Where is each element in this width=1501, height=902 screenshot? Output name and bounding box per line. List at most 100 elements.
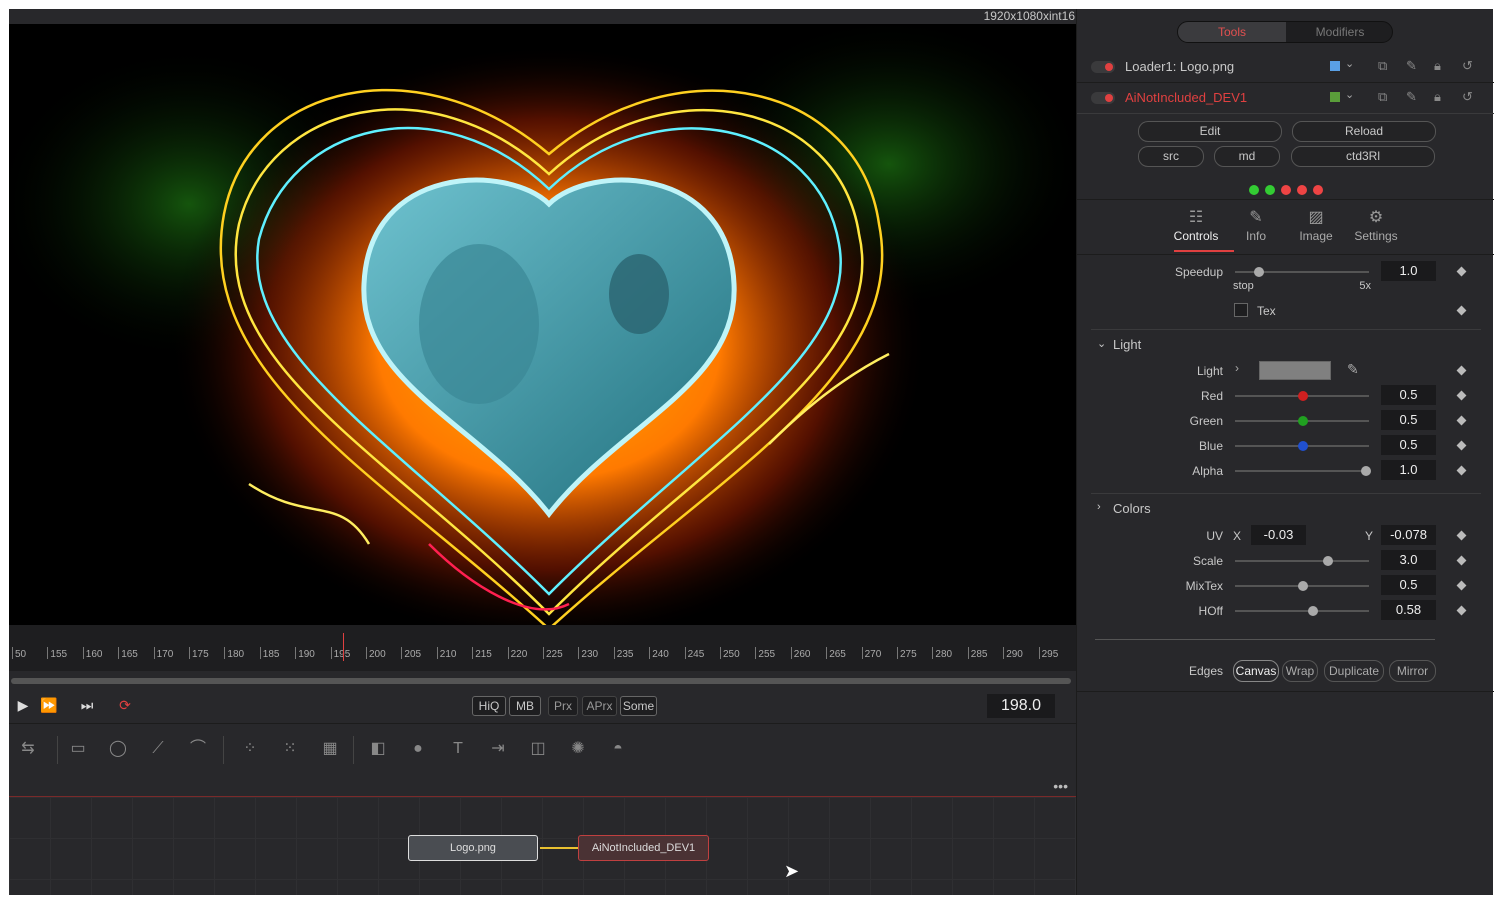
merge-3d-icon[interactable]: ⇥ bbox=[485, 736, 511, 762]
particle-render-icon[interactable]: ⁙ bbox=[277, 736, 303, 762]
edges-wrap-button[interactable]: Wrap bbox=[1282, 660, 1318, 682]
prx-button[interactable]: Prx bbox=[548, 696, 578, 716]
src-button[interactable]: src bbox=[1138, 146, 1204, 167]
aprx-button[interactable]: APrx bbox=[582, 696, 617, 716]
slider-knob[interactable] bbox=[1253, 267, 1264, 277]
slider-knob[interactable] bbox=[1361, 466, 1371, 476]
rectangle-mask-icon[interactable]: ▭ bbox=[65, 736, 91, 762]
subtab-image[interactable]: ▨ Image bbox=[1286, 207, 1346, 243]
chevron-down-icon[interactable]: ⌄ bbox=[1345, 57, 1354, 70]
speedup-value[interactable]: 1.0 bbox=[1381, 261, 1436, 281]
light-section-header[interactable]: ⌄ Light bbox=[1091, 329, 1481, 352]
hiq-button[interactable]: HiQ bbox=[472, 696, 506, 716]
edges-duplicate-button[interactable]: Duplicate bbox=[1324, 660, 1384, 682]
keyframe-diamond-icon[interactable] bbox=[1456, 530, 1467, 541]
fast-forward-icon[interactable]: ⏩ bbox=[35, 694, 63, 716]
tab-modifiers[interactable]: Modifiers bbox=[1286, 22, 1392, 42]
eyedropper-icon[interactable]: ✎ bbox=[1347, 361, 1359, 378]
particle-style-icon[interactable]: ▦ bbox=[317, 736, 343, 762]
tool-row-loader[interactable]: Loader1: Logo.png ⌄ ⧉ ✎ 🔒︎ ↺ bbox=[1077, 52, 1494, 83]
loop-icon[interactable]: ⟳ bbox=[111, 694, 139, 716]
channel-value[interactable]: 0.5 bbox=[1381, 435, 1436, 455]
subtab-info[interactable]: ✎ Info bbox=[1226, 207, 1286, 243]
slider-knob[interactable] bbox=[1298, 416, 1308, 426]
renderer-3d-icon[interactable]: ◓ bbox=[605, 736, 631, 762]
keyframe-diamond-icon[interactable] bbox=[1456, 555, 1467, 566]
channel-slider[interactable] bbox=[1235, 416, 1369, 426]
polygon-mask-icon[interactable]: ⟋ bbox=[145, 736, 171, 762]
cube-3d-icon[interactable]: ◫ bbox=[525, 736, 551, 762]
playhead[interactable] bbox=[343, 633, 344, 661]
speedup-slider[interactable] bbox=[1235, 267, 1369, 277]
colors-section-header[interactable]: › Colors bbox=[1091, 493, 1481, 516]
version-icon[interactable]: ⧉ bbox=[1378, 58, 1387, 74]
channel-value[interactable]: 1.0 bbox=[1381, 460, 1436, 480]
chevron-right-icon[interactable]: › bbox=[1235, 361, 1239, 375]
keyframe-diamond-icon[interactable] bbox=[1456, 305, 1467, 316]
keyframe-diamond-icon[interactable] bbox=[1456, 465, 1467, 476]
keyframe-diamond-icon[interactable] bbox=[1456, 580, 1467, 591]
shape-3d-icon[interactable]: ● bbox=[405, 736, 431, 762]
version-icon[interactable]: ⧉ bbox=[1378, 89, 1387, 105]
chevron-down-icon[interactable]: ⌄ bbox=[1345, 88, 1354, 101]
edit-button[interactable]: Edit bbox=[1138, 121, 1282, 142]
param-slider[interactable] bbox=[1235, 606, 1369, 616]
edges-canvas-button[interactable]: Canvas bbox=[1233, 660, 1279, 682]
lock-icon[interactable]: 🔒︎ bbox=[1434, 89, 1441, 105]
param-value[interactable]: 0.5 bbox=[1381, 575, 1436, 595]
slider-knob[interactable] bbox=[1298, 391, 1308, 401]
tool-row-effect[interactable]: AiNotIncluded_DEV1 ⌄ ⧉ ✎ 🔒︎ ↺ bbox=[1077, 83, 1494, 114]
tool-color-swatch[interactable] bbox=[1330, 92, 1340, 102]
reset-icon[interactable]: ↺ bbox=[1462, 89, 1473, 105]
channel-slider[interactable] bbox=[1235, 466, 1371, 476]
slider-knob[interactable] bbox=[1308, 606, 1319, 616]
uv-x-value[interactable]: -0.03 bbox=[1251, 525, 1306, 545]
tab-tools[interactable]: Tools bbox=[1178, 22, 1286, 42]
enable-toggle[interactable] bbox=[1091, 61, 1115, 73]
lock-icon[interactable]: 🔒︎ bbox=[1434, 58, 1441, 74]
md-button[interactable]: md bbox=[1214, 146, 1280, 167]
mb-button[interactable]: MB bbox=[509, 696, 541, 716]
keyframe-diamond-icon[interactable] bbox=[1456, 365, 1467, 376]
uv-y-value[interactable]: -0.078 bbox=[1381, 525, 1436, 545]
channel-value[interactable]: 0.5 bbox=[1381, 410, 1436, 430]
current-frame-field[interactable]: 198.0 bbox=[987, 694, 1055, 718]
keyframe-diamond-icon[interactable] bbox=[1456, 415, 1467, 426]
param-value[interactable]: 0.58 bbox=[1381, 600, 1436, 620]
image-plane-3d-icon[interactable]: ◧ bbox=[365, 736, 391, 762]
channel-slider[interactable] bbox=[1235, 441, 1369, 451]
enable-toggle[interactable] bbox=[1091, 92, 1115, 104]
bspline-mask-icon[interactable]: ⌒ bbox=[185, 736, 211, 762]
light-color-swatch[interactable] bbox=[1259, 361, 1331, 380]
pin-icon[interactable]: ✎ bbox=[1406, 89, 1417, 105]
edges-mirror-button[interactable]: Mirror bbox=[1389, 660, 1436, 682]
particle-emitter-icon[interactable]: ⁘ bbox=[237, 736, 263, 762]
tool-color-swatch[interactable] bbox=[1330, 61, 1340, 71]
param-slider[interactable] bbox=[1235, 556, 1369, 566]
slider-knob[interactable] bbox=[1323, 556, 1334, 566]
keyframe-diamond-icon[interactable] bbox=[1456, 440, 1467, 451]
some-button[interactable]: Some bbox=[620, 696, 657, 716]
pin-icon[interactable]: ✎ bbox=[1406, 58, 1417, 74]
ellipse-mask-icon[interactable]: ◯ bbox=[105, 736, 131, 762]
timeline-ruler[interactable]: 50 155 160 165 170 175 180 185 190 195 200 205 210 21… bbox=[9, 625, 1076, 671]
timeline-scrollbar[interactable] bbox=[11, 678, 1071, 684]
text-3d-icon[interactable]: T bbox=[445, 736, 471, 762]
param-slider[interactable] bbox=[1235, 581, 1369, 591]
keyframe-diamond-icon[interactable] bbox=[1456, 390, 1467, 401]
keyframe-diamond-icon[interactable] bbox=[1456, 266, 1467, 277]
transform-tool-icon[interactable]: ⇆ bbox=[15, 736, 41, 762]
light-3d-icon[interactable]: ✺ bbox=[565, 736, 591, 762]
slider-knob[interactable] bbox=[1298, 581, 1308, 591]
ctd3rl-button[interactable]: ctd3Rl bbox=[1291, 146, 1435, 167]
loader-node[interactable]: Logo.png bbox=[408, 835, 538, 861]
channel-value[interactable]: 0.5 bbox=[1381, 385, 1436, 405]
keyframe-diamond-icon[interactable] bbox=[1456, 605, 1467, 616]
subtab-settings[interactable]: ⚙ Settings bbox=[1346, 207, 1406, 243]
viewer[interactable] bbox=[9, 24, 1076, 625]
node-editor[interactable]: Logo.png AiNotIncluded_DEV1 ➤ bbox=[9, 797, 1076, 895]
tex-checkbox[interactable] bbox=[1234, 303, 1248, 317]
channel-slider[interactable] bbox=[1235, 391, 1369, 401]
slider-knob[interactable] bbox=[1298, 441, 1308, 451]
more-options-icon[interactable]: ••• bbox=[1053, 778, 1068, 794]
